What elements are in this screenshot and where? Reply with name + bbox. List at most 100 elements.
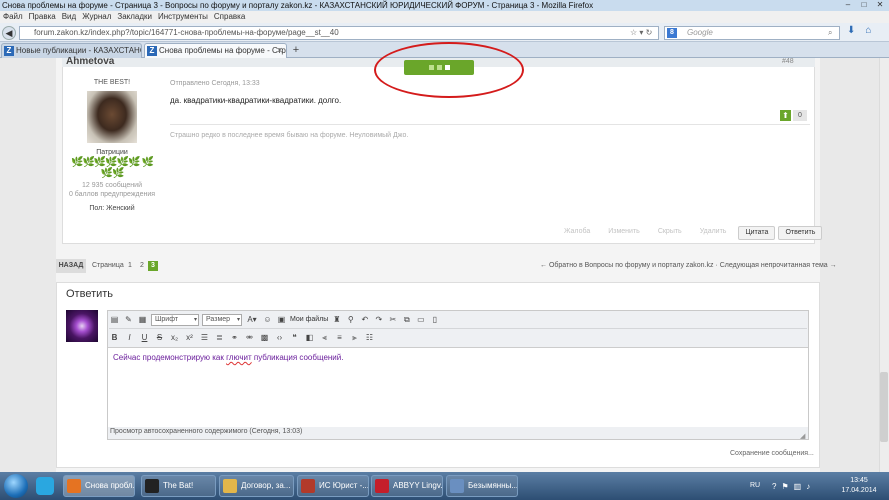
network-icon[interactable]: ▥ (794, 482, 802, 491)
font-select[interactable]: Шрифт (151, 313, 199, 326)
report-link[interactable]: Жалоба (555, 226, 599, 240)
text-color-icon[interactable]: A▾ (245, 314, 259, 325)
search-placeholder: Google (687, 28, 713, 37)
redo-icon[interactable]: ↷ (373, 314, 384, 325)
rank-leaves-icon: 🌿🌿🌿🌿🌿🌿 🌿🌿🌿 (71, 157, 154, 179)
back-to-forum-link[interactable]: ← Обратно в Вопросы по форуму и порталу … (540, 259, 837, 273)
task-document[interactable]: Договор, за... (219, 475, 294, 497)
start-button[interactable] (4, 474, 28, 498)
task-thebat[interactable]: The Bat! (141, 475, 216, 497)
subscript-icon[interactable]: x₂ (169, 332, 180, 343)
site-favicon-icon: Z (4, 46, 14, 56)
search-icon[interactable]: ⌕ (828, 26, 840, 40)
skype-icon[interactable] (36, 477, 54, 495)
unlink-icon[interactable]: ⚮ (244, 332, 255, 343)
help-icon[interactable]: ? (772, 482, 776, 491)
scrollbar-thumb[interactable] (880, 372, 888, 442)
home-icon[interactable]: ⌂ (865, 25, 871, 36)
menu-bookmarks[interactable]: Закладки (117, 11, 152, 23)
resize-grip-icon[interactable]: ◢ (800, 432, 805, 440)
hide-link[interactable]: Скрыть (649, 226, 691, 240)
post-message: да. квадратики-квадратики-квадратики. до… (170, 96, 342, 105)
task-jurist[interactable]: ИС Юрист -... (297, 475, 369, 497)
spellcheck-icon[interactable]: ♜ (331, 314, 342, 325)
message-text: Сейчас продемонстрирую как глючит публик… (113, 353, 343, 362)
align-right-icon[interactable]: ⫸ (349, 332, 360, 343)
superscript-icon[interactable]: x² (184, 332, 195, 343)
menu-file[interactable]: Файл (3, 11, 23, 23)
numbered-list-icon[interactable]: ≣ (214, 332, 225, 343)
code-icon[interactable]: ‹› (274, 332, 285, 343)
star-icon[interactable]: ☆ (630, 28, 637, 37)
size-select[interactable]: Размер (202, 313, 242, 326)
link-icon[interactable]: ⚭ (229, 332, 240, 343)
search-input[interactable]: 8 Google (664, 26, 840, 40)
post-number[interactable]: #48 (782, 58, 794, 65)
url-input[interactable]: forum.zakon.kz/index.php?/topic/164771-с… (19, 26, 659, 40)
find-icon[interactable]: ⚲ (345, 314, 356, 325)
copy-icon[interactable]: ⧉ (401, 314, 412, 325)
menu-help[interactable]: Справка (214, 11, 245, 23)
menu-view[interactable]: Вид (62, 11, 76, 23)
page-link-1[interactable]: 1 (125, 261, 135, 271)
new-tab-icon[interactable]: + (289, 44, 303, 57)
close-tab-icon[interactable]: ✕ (276, 44, 283, 58)
tray-icons: ? ⚑ ▥ ♪ (772, 482, 810, 491)
menu-edit[interactable]: Правка (29, 11, 56, 23)
edit-link[interactable]: Изменить (599, 226, 649, 240)
paste-text-icon[interactable]: ▯ (429, 314, 440, 325)
source-icon[interactable]: ▤ (109, 314, 120, 325)
flag-icon[interactable]: ⚑ (781, 482, 788, 491)
task-label: ABBYY Lingv... (393, 481, 443, 490)
align-left-icon[interactable]: ⫷ (319, 332, 330, 343)
clock[interactable]: 13:45 17.04.2014 (836, 476, 882, 496)
close-icon[interactable]: ✕ (873, 0, 887, 11)
quote-icon[interactable]: ❝ (289, 332, 300, 343)
back-icon[interactable]: ◀ (2, 26, 16, 40)
minimize-icon[interactable]: – (841, 0, 855, 11)
language-indicator[interactable]: RU (750, 482, 760, 489)
underline-icon[interactable]: U (139, 332, 150, 343)
reply-button[interactable]: Ответить (778, 226, 823, 240)
dropdown-icon[interactable]: ▾ (639, 28, 643, 37)
task-firefox[interactable]: Снова пробл... (63, 475, 135, 497)
image-icon[interactable]: ▩ (259, 332, 270, 343)
italic-icon[interactable]: I (124, 332, 135, 343)
bullet-list-icon[interactable]: ☰ (199, 332, 210, 343)
my-files-button[interactable]: Мои файлы (290, 316, 328, 323)
align-justify-icon[interactable]: ☷ (364, 332, 375, 343)
emoticon-icon[interactable]: ☺ (262, 314, 273, 325)
strike-icon[interactable]: S (154, 332, 165, 343)
undo-icon[interactable]: ↶ (359, 314, 370, 325)
tab-label: Снова проблемы на форуме - Стра... (159, 46, 287, 55)
download-icon[interactable]: ⬇ (847, 25, 855, 36)
menu-history[interactable]: Журнал (82, 11, 111, 23)
reputation-up-icon[interactable]: ⬆ (780, 110, 791, 121)
delete-link[interactable]: Удалить (691, 226, 736, 240)
task-paint[interactable]: Безымянны... (446, 475, 518, 497)
align-center-icon[interactable]: ≡ (334, 332, 345, 343)
reload-icon[interactable]: ↻ (646, 28, 653, 37)
attach-icon[interactable]: ▣ (276, 314, 287, 325)
volume-icon[interactable]: ♪ (806, 482, 810, 491)
cut-icon[interactable]: ✂ (387, 314, 398, 325)
tab-forum-problems[interactable]: Z Снова проблемы на форуме - Стра... ✕ (144, 43, 287, 58)
quote-button[interactable]: Цитата (738, 226, 776, 240)
save-status: Сохранение сообщения... (730, 450, 814, 457)
table-icon[interactable]: ▦ (137, 314, 148, 325)
autosave-link[interactable]: Просмотр автосохраненного содержимого (С… (110, 428, 302, 435)
google-icon[interactable]: 8 (667, 28, 677, 38)
maximize-icon[interactable]: □ (857, 0, 871, 11)
remove-format-icon[interactable]: ✎ (123, 314, 134, 325)
back-button[interactable]: НАЗАД (56, 259, 86, 273)
jurist-app-icon (301, 479, 315, 493)
tab-label: Новые публикации - КАЗАХСТАНС... (16, 46, 142, 55)
spoiler-icon[interactable]: ◧ (304, 332, 315, 343)
avatar[interactable] (87, 91, 137, 143)
paste-icon[interactable]: ▭ (415, 314, 426, 325)
task-abbyy[interactable]: ABBYY Lingv... (371, 475, 443, 497)
post-author[interactable]: Ahmetova (66, 56, 114, 67)
page-link-2[interactable]: 2 (137, 261, 147, 271)
bold-icon[interactable]: B (109, 332, 120, 343)
menu-tools[interactable]: Инструменты (158, 11, 208, 23)
